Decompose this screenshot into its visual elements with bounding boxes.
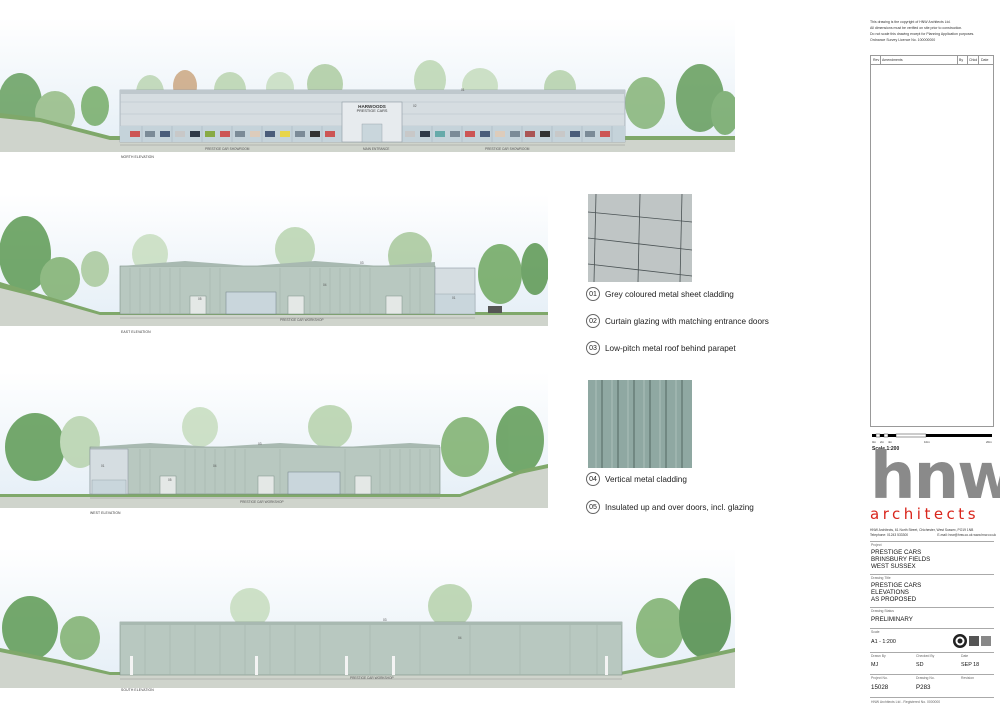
south-tag-04: 04 xyxy=(458,636,462,640)
key-number: 01 xyxy=(586,287,600,301)
scale-bar xyxy=(872,433,992,438)
west-elevation-label: WEST ELEVATION xyxy=(90,511,121,515)
project-line-2: BRINSBURY FIELDS xyxy=(871,556,931,563)
south-elevation-label: SOUTH ELEVATION xyxy=(121,688,154,692)
north-dim-right: PRESTIGE CAR SHOWROOM xyxy=(485,147,530,151)
drawn-by: MJ xyxy=(871,662,879,668)
west-tag-05: 05 xyxy=(168,478,172,482)
west-tag-03: 03 xyxy=(258,442,262,446)
project-line-1: PRESTIGE CARS xyxy=(871,549,922,556)
project-line-3: WEST SUSSEX xyxy=(871,563,916,570)
practice-telephone: Telephone: 01243 533300 xyxy=(870,532,909,537)
key-text: Low-pitch metal roof behind parapet xyxy=(605,343,736,353)
east-elevation-drawing xyxy=(0,194,548,326)
west-elevation-drawing xyxy=(0,372,548,508)
key-number: 02 xyxy=(586,314,600,328)
north-sign: HARWOODS PRESTIGE CARS xyxy=(342,104,402,113)
status-caption: Drawing Status xyxy=(871,609,894,613)
copyright-notes: This drawing is the copyright of HNW Arc… xyxy=(870,19,996,43)
project-caption: Project xyxy=(871,543,882,547)
hnw-logo: hnw architects xyxy=(870,441,1000,525)
accreditation-badges xyxy=(953,634,991,648)
key-number: 03 xyxy=(586,341,600,355)
north-sign-subtitle: PRESTIGE CARS xyxy=(356,109,388,113)
key-item-01: 01 Grey coloured metal sheet cladding xyxy=(586,286,734,302)
south-dim: PRESTIGE CAR WORKSHOP xyxy=(350,676,394,680)
north-dim-left: PRESTIGE CAR SHOWROOM xyxy=(205,147,250,151)
swatch-grey-cladding xyxy=(588,194,692,282)
south-elevation-drawing xyxy=(0,548,735,688)
revisions-table: Rev Amendments By Chkd Date xyxy=(870,55,994,427)
date-caption: Date xyxy=(961,654,969,658)
east-tag-01: 01 xyxy=(452,296,456,300)
rev-header-by: By xyxy=(959,58,964,62)
key-number: 04 xyxy=(586,472,600,486)
north-tag-02: 02 xyxy=(413,104,417,108)
practice-email: E-mail: hnw@hnw.co.uk www.hnw.co.uk xyxy=(937,532,996,537)
key-text: Vertical metal cladding xyxy=(605,474,687,484)
west-dim: PRESTIGE CAR WORKSHOP xyxy=(240,500,284,504)
project-no-caption: Project No. xyxy=(871,676,888,680)
east-tag-04: 04 xyxy=(323,283,327,287)
west-tag-04: 04 xyxy=(213,464,217,468)
east-elevation-label: EAST ELEVATION xyxy=(121,330,151,334)
drawing-no-caption: Drawing No. xyxy=(916,676,935,680)
rev-header-amendments: Amendments xyxy=(882,58,903,62)
rev-header-chkd: Chkd xyxy=(969,58,978,62)
key-text: Insulated up and over doors, incl. glazi… xyxy=(605,502,754,512)
key-item-05: 05 Insulated up and over doors, incl. gl… xyxy=(586,499,754,515)
key-item-02: 02 Curtain glazing with matching entranc… xyxy=(586,313,769,329)
project-number: 15028 xyxy=(871,684,889,691)
drawing-status: PRELIMINARY xyxy=(871,616,913,623)
revision-caption: Revision xyxy=(961,676,975,680)
logo-word-architects: architects xyxy=(870,505,980,523)
key-text: Grey coloured metal sheet cladding xyxy=(605,289,734,299)
north-tag-01: 01 xyxy=(461,88,465,92)
title-block-footer: HNW Architects Ltd - Registered No. 0000… xyxy=(871,700,941,704)
practice-details: HNW Architects, 61 North Street, Chiches… xyxy=(870,528,996,537)
logo-word-hnw: hnw xyxy=(870,440,1000,514)
rev-header-date: Date xyxy=(981,58,989,62)
drawing-date: SEP 18 xyxy=(961,662,980,668)
scale-caption: Scale xyxy=(871,630,880,634)
north-dim-mid: MAIN ENTRANCE xyxy=(363,147,390,151)
swatch-vertical-cladding xyxy=(588,380,692,468)
key-item-03: 03 Low-pitch metal roof behind parapet xyxy=(586,340,736,356)
drawn-by-caption: Drawn By xyxy=(871,654,886,658)
key-item-04: 04 Vertical metal cladding xyxy=(586,471,687,487)
south-tag-03: 03 xyxy=(383,618,387,622)
drawing-scale: A1 - 1:200 xyxy=(871,639,896,645)
east-tag-05: 05 xyxy=(198,297,202,301)
north-elevation-drawing xyxy=(0,18,735,152)
key-text: Curtain glazing with matching entrance d… xyxy=(605,316,769,326)
key-number: 05 xyxy=(586,500,600,514)
north-elevation-label: NORTH ELEVATION xyxy=(121,155,154,159)
drawing-title-line-2: ELEVATIONS xyxy=(871,589,909,596)
checked-by-caption: Checked By xyxy=(916,654,935,658)
east-dim: PRESTIGE CAR WORKSHOP xyxy=(280,318,324,322)
note-line: Ordnance Survey Licence No. 100000000 xyxy=(870,38,936,42)
drawing-title-line-3: AS PROPOSED xyxy=(871,596,917,603)
east-tag-03: 03 xyxy=(360,261,364,265)
drawing-title-caption: Drawing Title xyxy=(871,576,891,580)
drawing-number: P283 xyxy=(916,684,931,691)
rev-header-rev: Rev xyxy=(873,58,880,62)
revisions-header: Rev Amendments By Chkd Date xyxy=(871,56,993,65)
checked-by: SD xyxy=(916,662,924,668)
drawing-title-line-1: PRESTIGE CARS xyxy=(871,582,922,589)
west-tag-01: 01 xyxy=(101,464,105,468)
